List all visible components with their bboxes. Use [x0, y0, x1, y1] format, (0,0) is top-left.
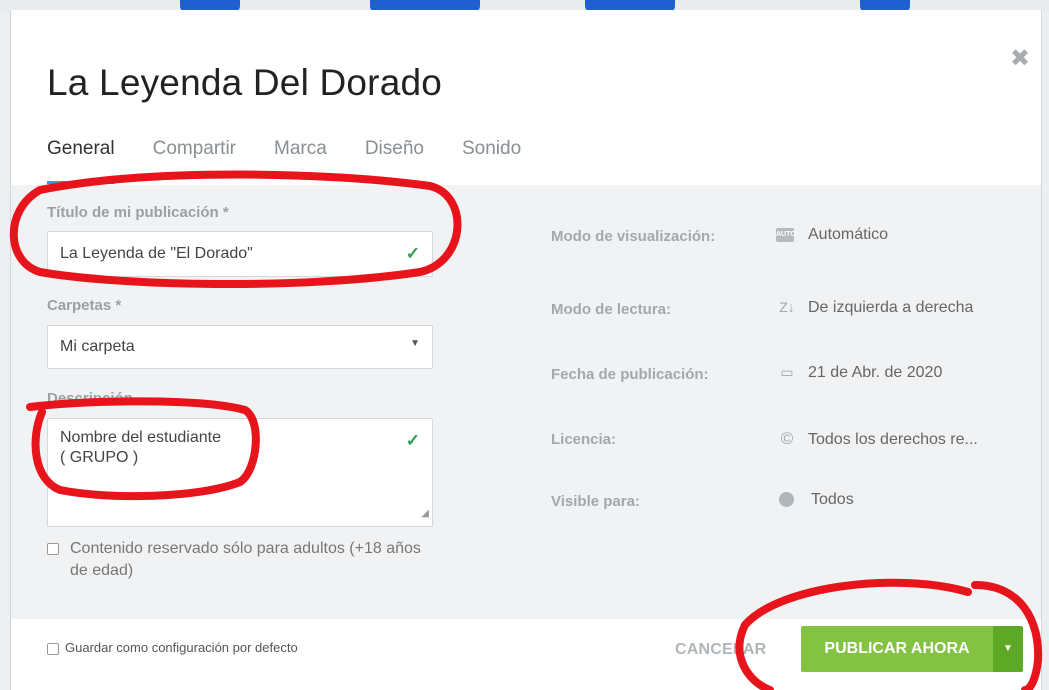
resize-handle-icon[interactable]: ◢ [421, 504, 429, 524]
reading-mode-label: Modo de lectura: [551, 301, 672, 318]
check-icon: ✓ [405, 244, 420, 263]
license-value-row[interactable]: © Todos los derechos re... [776, 429, 978, 449]
publish-options-button[interactable]: ▼ [993, 626, 1023, 672]
cancel-button[interactable]: CANCELAR [675, 641, 766, 659]
visibility-value: Todos [811, 491, 854, 508]
calendar-icon: ▭ [780, 364, 794, 380]
publish-date-value: 21 de Abr. de 2020 [808, 364, 943, 381]
tab-sonido[interactable]: Sonido [462, 138, 521, 182]
reading-direction-icon: Z↓ [779, 299, 795, 315]
page-title: La Leyenda Del Dorado [47, 62, 443, 103]
folders-select-value: Mi carpeta [60, 338, 135, 355]
description-value: Nombre del estudiante ( GRUPO ) [60, 429, 221, 466]
publication-dialog: ✖ La Leyenda Del Dorado General Comparti… [10, 10, 1042, 690]
license-label: Licencia: [551, 431, 617, 448]
reading-mode-value-row[interactable]: Z↓ De izquierda a derecha [776, 299, 973, 317]
save-default-label: Guardar como configuración por defecto [65, 640, 298, 655]
display-mode-value-row[interactable]: AUTO Automático [776, 226, 888, 244]
title-input[interactable]: La Leyenda de "El Dorado" ✓ [47, 231, 433, 277]
description-label: Descripción [47, 390, 133, 407]
caret-down-icon: ▼ [1003, 643, 1013, 654]
display-mode-value: Automático [808, 226, 889, 243]
publish-date-label: Fecha de publicación: [551, 366, 709, 383]
visibility-label: Visible para: [551, 493, 640, 510]
close-icon[interactable]: ✖ [1009, 47, 1031, 71]
general-panel: Título de mi publicación * La Leyenda de… [11, 185, 1041, 619]
title-label: Título de mi publicación * [47, 204, 229, 221]
tab-general[interactable]: General [47, 138, 115, 184]
folders-select[interactable]: Mi carpeta ▼ [47, 325, 433, 369]
save-default-checkbox[interactable] [47, 642, 59, 655]
reading-mode-value: De izquierda a derecha [808, 299, 974, 316]
visibility-value-row[interactable]: Todos [776, 491, 854, 509]
tab-marca[interactable]: Marca [274, 138, 327, 182]
adult-content-label: Contenido reservado sólo para adultos (+… [70, 540, 421, 579]
tab-diseno[interactable]: Diseño [365, 138, 424, 182]
description-textarea[interactable]: Nombre del estudiante ( GRUPO ) ✓ ◢ [47, 418, 433, 527]
globe-icon [779, 492, 794, 508]
title-input-value: La Leyenda de "El Dorado" [60, 245, 253, 262]
tab-compartir[interactable]: Compartir [153, 138, 236, 182]
publish-now-button[interactable]: PUBLICAR AHORA [801, 626, 993, 672]
publish-date-value-row[interactable]: ▭ 21 de Abr. de 2020 [776, 364, 942, 382]
save-default-row: Guardar como configuración por defecto [47, 640, 298, 655]
folders-label: Carpetas * [47, 297, 122, 314]
check-icon: ✓ [405, 431, 420, 450]
auto-icon: AUTO [776, 227, 796, 242]
screen: ✖ La Leyenda Del Dorado General Comparti… [0, 0, 1049, 690]
chevron-down-icon: ▼ [410, 338, 420, 349]
adult-content-checkbox[interactable] [47, 543, 59, 555]
license-value: Todos los derechos re... [808, 431, 978, 448]
tab-bar: General Compartir Marca Diseño Sonido [47, 138, 559, 184]
copyright-icon: © [780, 429, 794, 448]
display-mode-label: Modo de visualización: [551, 228, 716, 245]
